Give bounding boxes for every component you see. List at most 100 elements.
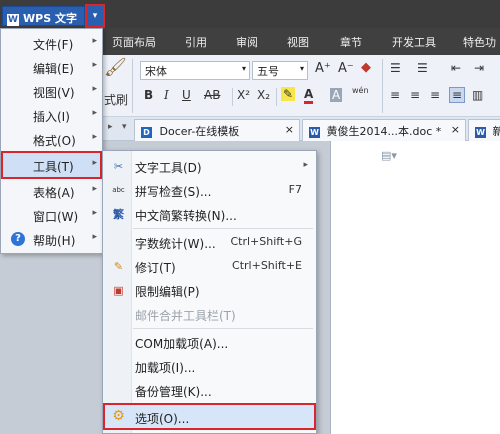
tab-developer[interactable]: 开发工具 bbox=[392, 34, 436, 50]
menu-item-addins[interactable]: 加载项(I)... bbox=[103, 354, 316, 378]
menu-item-track-changes[interactable]: ✎ 修订(T) Ctrl+Shift+E bbox=[103, 254, 316, 278]
document-page[interactable]: ▤▾ bbox=[330, 141, 500, 434]
bullet-list-icon[interactable]: ☰ bbox=[390, 61, 401, 75]
menu-item-label: 帮助(H) bbox=[33, 234, 76, 248]
clear-format-icon[interactable]: ◆ bbox=[361, 60, 371, 75]
menu-item-label: 表格(A) bbox=[33, 186, 75, 200]
doc-tab-document[interactable]: W 黄俊生2014...本.doc * × bbox=[302, 119, 466, 141]
align-right-icon[interactable]: ≡ bbox=[430, 88, 440, 102]
word-doc-icon: W bbox=[309, 126, 320, 138]
text-tool-icon: ✂ bbox=[113, 160, 124, 173]
align-center-icon[interactable]: ≡ bbox=[410, 88, 420, 102]
align-left-icon[interactable]: ≡ bbox=[390, 88, 400, 102]
menu-item-label: 插入(I) bbox=[33, 110, 70, 124]
ribbon-divider bbox=[276, 88, 277, 106]
paste-options-icon[interactable]: ▤▾ bbox=[381, 149, 397, 162]
underline-button[interactable]: U bbox=[182, 88, 191, 102]
doc-tab-new[interactable]: W 新 bbox=[468, 119, 500, 141]
tab-review[interactable]: 审阅 bbox=[236, 34, 258, 50]
distributed-align-icon[interactable]: ▥ bbox=[472, 88, 483, 102]
menu-item-file[interactable]: 文件(F) ▸ bbox=[1, 31, 102, 55]
tab-special[interactable]: 特色功 bbox=[463, 34, 496, 50]
chevron-right-icon: ▸ bbox=[92, 184, 97, 194]
menu-item-chinese-convert[interactable]: 繁 中文简繁转换(N)... bbox=[103, 202, 316, 226]
menu-item-help[interactable]: ? 帮助(H) ▸ bbox=[1, 227, 102, 251]
tab-references[interactable]: 引用 bbox=[185, 34, 207, 50]
wps-app-button[interactable]: W WPS 文字 bbox=[2, 6, 85, 26]
menu-separator bbox=[133, 228, 313, 229]
justify-icon[interactable]: ≡ bbox=[449, 87, 466, 103]
doc-tab-docer[interactable]: D Docer-在线模板 × bbox=[134, 119, 300, 141]
docer-logo-icon: D bbox=[141, 126, 152, 138]
subscript-button[interactable]: X₂ bbox=[257, 88, 270, 102]
menu-item-tools[interactable]: 工具(T) ▸ bbox=[1, 151, 102, 179]
strikethrough-button[interactable]: AB bbox=[204, 88, 220, 102]
menu-item-edit[interactable]: 编辑(E) ▸ bbox=[1, 55, 102, 79]
menu-item-spellcheck[interactable]: abc 拼写检查(S)... F7 bbox=[103, 178, 316, 202]
font-color-button[interactable]: A bbox=[304, 87, 314, 104]
doc-tab-label: Docer-在线模板 bbox=[159, 125, 240, 138]
menu-item-window[interactable]: 窗口(W) ▸ bbox=[1, 203, 102, 227]
menu-item-format[interactable]: 格式(O) ▸ bbox=[1, 127, 102, 151]
chevron-right-icon: ▸ bbox=[92, 208, 97, 218]
menu-item-label: COM加载项(A)... bbox=[135, 337, 229, 351]
menu-item-view[interactable]: 视图(V) ▸ bbox=[1, 79, 102, 103]
menu-item-label: 备份管理(K)... bbox=[135, 385, 212, 399]
track-changes-icon: ✎ bbox=[113, 260, 124, 273]
doc-tab-label: 新 bbox=[492, 125, 500, 138]
menu-item-word-count[interactable]: 字数统计(W)... Ctrl+Shift+G bbox=[103, 230, 316, 254]
spellcheck-icon: abc bbox=[112, 186, 125, 194]
font-size-select[interactable]: 五号 ▾ bbox=[252, 61, 308, 80]
menu-item-com-addins[interactable]: COM加载项(A)... bbox=[103, 330, 316, 354]
tab-view[interactable]: 视图 bbox=[287, 34, 309, 50]
menu-item-label: 选项(O)... bbox=[135, 412, 190, 426]
phonetic-guide-button[interactable]: wén bbox=[352, 86, 369, 95]
menu-item-label: 中文简繁转换(N)... bbox=[135, 209, 237, 223]
menu-separator bbox=[133, 328, 313, 329]
font-name-select[interactable]: 宋体 ▾ bbox=[140, 61, 250, 80]
app-menu-dropdown-button[interactable]: ▾ bbox=[85, 4, 105, 28]
wps-logo-icon: W bbox=[7, 14, 19, 26]
menu-item-backup-manager[interactable]: 备份管理(K)... bbox=[103, 378, 316, 402]
font-name-value: 宋体 bbox=[145, 65, 167, 78]
bold-button[interactable]: B bbox=[144, 88, 153, 102]
word-doc-icon: W bbox=[475, 126, 486, 138]
tools-submenu: ✂ 文字工具(D) ▸ abc 拼写检查(S)... F7 繁 中文简繁转换(N… bbox=[102, 150, 317, 434]
numbered-list-icon[interactable]: ☰ bbox=[417, 61, 428, 75]
decrease-indent-icon[interactable]: ⇤ bbox=[451, 61, 461, 75]
chevron-down-icon: ▾ bbox=[241, 64, 246, 73]
font-grow-button[interactable]: A⁺ bbox=[315, 61, 331, 76]
chevron-down-icon[interactable]: ▾ bbox=[122, 122, 127, 132]
close-icon[interactable]: × bbox=[285, 123, 294, 136]
tab-page-layout[interactable]: 页面布局 bbox=[112, 34, 156, 50]
char-shading-button[interactable]: A bbox=[330, 88, 343, 102]
format-painter-label[interactable]: 式刷 bbox=[104, 91, 128, 108]
menu-item-label: 拼写检查(S)... bbox=[135, 185, 212, 199]
superscript-button[interactable]: X² bbox=[237, 88, 250, 102]
increase-indent-icon[interactable]: ⇥ bbox=[474, 61, 484, 75]
menu-item-insert[interactable]: 插入(I) ▸ bbox=[1, 103, 102, 127]
menu-item-label: 视图(V) bbox=[33, 86, 75, 100]
shortcut-label: F7 bbox=[288, 183, 302, 196]
help-icon: ? bbox=[11, 232, 25, 246]
menu-item-label: 邮件合并工具栏(T) bbox=[135, 309, 236, 323]
menu-item-options[interactable]: ⚙ 选项(O)... bbox=[103, 403, 316, 430]
close-icon[interactable]: × bbox=[451, 123, 460, 136]
chevron-right-icon: ▸ bbox=[92, 60, 97, 70]
font-shrink-button[interactable]: A⁻ bbox=[338, 61, 354, 76]
tab-chapter[interactable]: 章节 bbox=[340, 34, 362, 50]
menu-item-restrict-edit[interactable]: ▣ 限制编辑(P) bbox=[103, 278, 316, 302]
format-painter-icon[interactable]: 🖌 bbox=[104, 57, 127, 78]
chevron-right-icon: ▸ bbox=[92, 158, 97, 168]
menu-item-table[interactable]: 表格(A) ▸ bbox=[1, 179, 102, 203]
ribbon-divider bbox=[232, 88, 233, 106]
highlight-icon[interactable]: ✎ bbox=[281, 87, 296, 101]
menu-item-text-tools[interactable]: ✂ 文字工具(D) ▸ bbox=[103, 154, 316, 178]
menu-item-label: 编辑(E) bbox=[33, 62, 74, 76]
font-size-value: 五号 bbox=[257, 65, 279, 78]
chevron-right-icon[interactable]: ▸ bbox=[108, 122, 113, 132]
italic-button[interactable]: I bbox=[164, 88, 169, 102]
chevron-right-icon: ▸ bbox=[92, 232, 97, 242]
chevron-right-icon: ▸ bbox=[303, 160, 308, 170]
menu-item-label: 文字工具(D) bbox=[135, 161, 202, 175]
